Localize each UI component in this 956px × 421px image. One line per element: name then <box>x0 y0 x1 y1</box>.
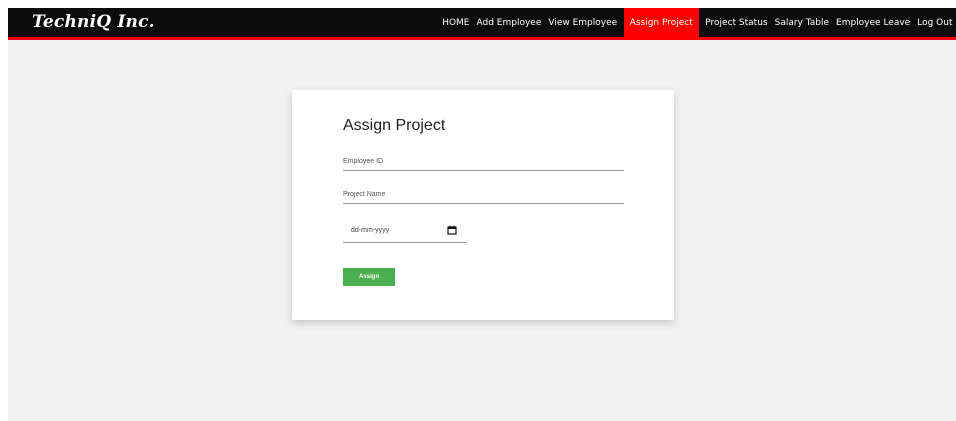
date-input[interactable]: dd-mm-yyyy <box>343 223 466 243</box>
nav-item-home[interactable]: HOME <box>439 8 473 37</box>
nav-item-add-employee[interactable]: Add Employee <box>473 8 545 37</box>
project-name-input[interactable] <box>343 185 624 204</box>
main-content: Assign Project dd-mm-yyyy Assign <box>8 40 956 421</box>
nav-item-salary-table[interactable]: Salary Table <box>771 8 832 37</box>
nav-item-log-out[interactable]: Log Out <box>914 8 956 37</box>
calendar-icon[interactable] <box>447 225 457 235</box>
assign-project-card: Assign Project dd-mm-yyyy Assign <box>292 90 674 320</box>
employee-id-input[interactable] <box>343 152 624 171</box>
assign-button[interactable]: Assign <box>343 268 395 286</box>
nav-item-project-status[interactable]: Project Status <box>702 8 771 37</box>
nav-item-view-employee[interactable]: View Employee <box>545 8 621 37</box>
date-placeholder: dd-mm-yyyy <box>351 227 390 234</box>
brand-logo[interactable]: TechniQ Inc. <box>32 12 155 32</box>
nav-item-assign-project[interactable]: Assign Project <box>623 8 699 37</box>
nav-menu: HOME Add Employee View Employee Assign P… <box>439 8 956 37</box>
page: TechniQ Inc. HOME Add Employee View Empl… <box>0 0 956 421</box>
top-navbar: TechniQ Inc. HOME Add Employee View Empl… <box>8 8 956 40</box>
form-title: Assign Project <box>343 117 446 134</box>
nav-item-employee-leave[interactable]: Employee Leave <box>833 8 914 37</box>
